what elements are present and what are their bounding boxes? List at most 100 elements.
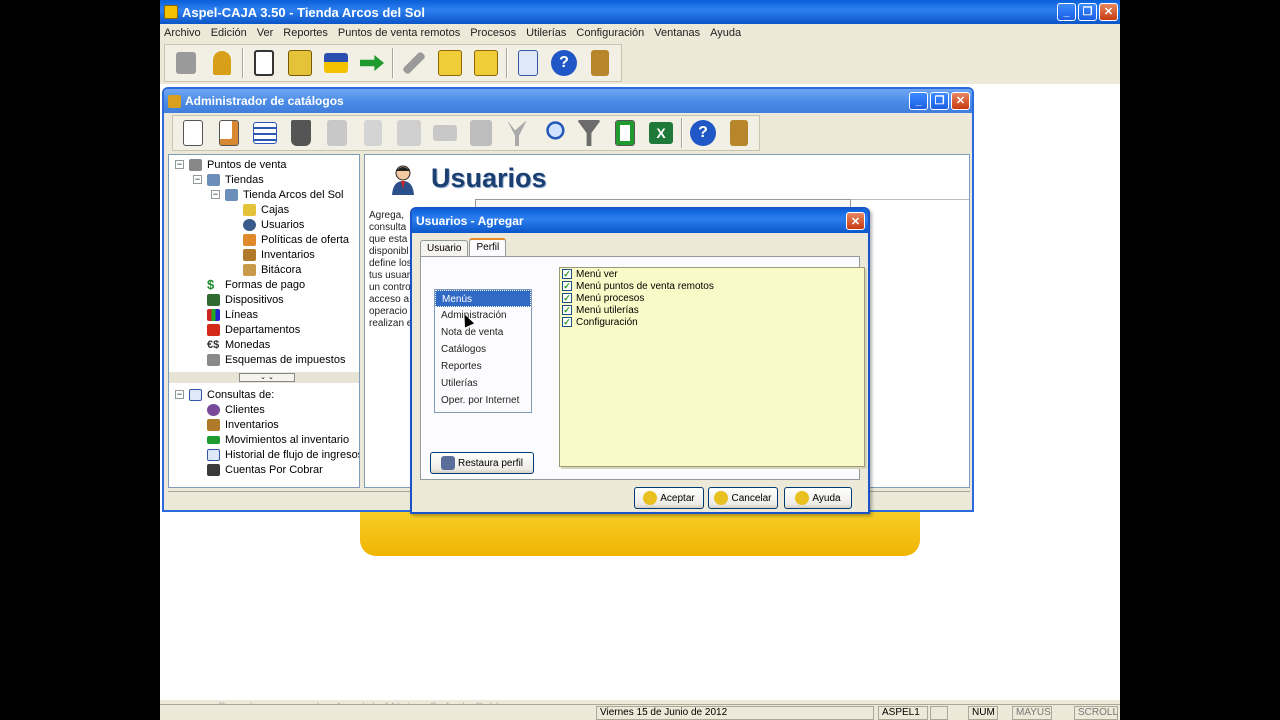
menu-configuracion[interactable]: Configuración <box>576 27 644 39</box>
collapse-icon[interactable]: − <box>175 390 184 399</box>
tree-item-cuentas[interactable]: Cuentas Por Cobrar <box>207 462 323 477</box>
menu-procesos[interactable]: Procesos <box>470 27 516 39</box>
tree-item-inventarios[interactable]: Inventarios <box>243 247 315 262</box>
tree-item-tiendas[interactable]: Tiendas <box>207 172 264 187</box>
tree-item-clientes[interactable]: Clientes <box>207 402 265 417</box>
menu-edicion[interactable]: Edición <box>211 27 247 39</box>
checkbox-checked-icon[interactable]: ✓ <box>562 281 572 291</box>
menu-archivo[interactable]: Archivo <box>164 27 201 39</box>
tree-item-politicas[interactable]: Políticas de oferta <box>243 232 349 247</box>
check-menu-puntos-venta-remotos[interactable]: ✓ Menú puntos de venta remotos <box>562 280 864 292</box>
tree-item-movimientos[interactable]: Movimientos al inventario <box>207 432 349 447</box>
cancelar-button[interactable]: Cancelar <box>708 487 778 509</box>
menu-puntos-venta-remotos[interactable]: Puntos de venta remotos <box>338 27 460 39</box>
checkbox-checked-icon[interactable]: ✓ <box>562 305 572 315</box>
tree-splitter[interactable]: ⌄ ⌄ <box>169 372 359 383</box>
folders-icon[interactable] <box>432 46 468 80</box>
tools-icon[interactable] <box>396 46 432 80</box>
admin-close-button[interactable]: ✕ <box>951 92 970 110</box>
menu-ver[interactable]: Ver <box>257 27 274 39</box>
padlock-icon[interactable] <box>204 46 240 80</box>
admin-app-icon <box>168 94 181 108</box>
admin-minimize-button[interactable]: _ <box>909 92 928 110</box>
menu-ayuda[interactable]: Ayuda <box>710 27 741 39</box>
tree-item-puntos-venta[interactable]: Puntos de venta <box>189 157 287 172</box>
check-menu-utilerias[interactable]: ✓ Menú utilerías <box>562 304 864 316</box>
content-title: Usuarios <box>431 163 547 193</box>
exit-door-icon[interactable] <box>721 116 757 150</box>
list-icon[interactable] <box>247 116 283 150</box>
tag-icon[interactable] <box>319 116 355 150</box>
lock-open-icon[interactable] <box>168 46 204 80</box>
excel-icon[interactable]: X <box>643 116 679 150</box>
delete-icon[interactable] <box>283 116 319 150</box>
list-item-administracion[interactable]: Administración <box>435 307 531 324</box>
aceptar-button[interactable]: Aceptar <box>634 487 704 509</box>
chevron-down-icon[interactable]: ⌄ ⌄ <box>239 373 295 382</box>
filter-icon[interactable] <box>571 116 607 150</box>
tab-usuario[interactable]: Usuario <box>420 240 469 256</box>
checkbox-checked-icon[interactable]: ✓ <box>562 269 572 279</box>
collapse-icon[interactable]: − <box>211 190 220 199</box>
tab-perfil[interactable]: Perfil <box>469 238 507 256</box>
checkbox-checked-icon[interactable]: ✓ <box>562 317 572 327</box>
tree-item-departamentos[interactable]: Departamentos <box>207 322 300 337</box>
transfer-arrows-icon[interactable] <box>354 46 390 80</box>
check-menu-procesos[interactable]: ✓ Menú procesos <box>562 292 864 304</box>
list-item-catalogos[interactable]: Catálogos <box>435 341 531 358</box>
collapse-icon[interactable]: − <box>193 175 202 184</box>
notebook-icon[interactable] <box>246 46 282 80</box>
new-document-icon[interactable] <box>175 116 211 150</box>
tree-item-monedas[interactable]: €$ Monedas <box>207 337 270 352</box>
admin-restore-button[interactable]: ❐ <box>930 92 949 110</box>
check-menu-ver[interactable]: ✓ Menú ver <box>562 268 864 280</box>
help-icon[interactable]: ? <box>546 46 582 80</box>
tree-item-tienda-arcos[interactable]: Tienda Arcos del Sol <box>225 187 343 202</box>
menu-reportes[interactable]: Reportes <box>283 27 328 39</box>
status-scroll: SCROLL <box>1074 706 1118 720</box>
tree-item-esquemas[interactable]: Esquemas de impuestos <box>207 352 345 367</box>
tree-item-consultas[interactable]: Consultas de: <box>189 387 274 402</box>
abacus-icon[interactable] <box>463 116 499 150</box>
tree-item-usuarios[interactable]: Usuarios <box>243 217 304 232</box>
close-button[interactable]: ✕ <box>1099 3 1118 21</box>
store-icon <box>225 188 238 201</box>
collapse-icon[interactable]: − <box>175 160 184 169</box>
tree-item-formas-pago[interactable]: $ Formas de pago <box>207 277 305 292</box>
docs-icon[interactable] <box>391 116 427 150</box>
list-item-utilerias[interactable]: Utilerías <box>435 375 531 392</box>
search-icon[interactable] <box>535 116 571 150</box>
list-item-nota-venta[interactable]: Nota de venta <box>435 324 531 341</box>
menu-bar: Archivo Edición Ver Reportes Puntos de v… <box>160 24 1120 42</box>
card-icon[interactable] <box>318 46 354 80</box>
ayuda-button[interactable]: Ayuda <box>784 487 852 509</box>
checkbox-checked-icon[interactable]: ✓ <box>562 293 572 303</box>
list-item-oper-internet[interactable]: Oper. por Internet <box>435 392 531 409</box>
tree-item-cajas[interactable]: Cajas <box>243 202 289 217</box>
merge-icon[interactable] <box>499 116 535 150</box>
restaura-perfil-button[interactable]: Restaura perfil <box>430 452 534 474</box>
list-item-menus[interactable]: Menús <box>435 290 531 307</box>
refresh-icon[interactable] <box>607 116 643 150</box>
dialog-close-button[interactable]: ✕ <box>846 212 865 230</box>
exit-door-icon[interactable] <box>582 46 618 80</box>
minimize-button[interactable]: _ <box>1057 3 1076 21</box>
menu-utilerias[interactable]: Utilerías <box>526 27 566 39</box>
tree-item-bitacora[interactable]: Bitácora <box>243 262 301 277</box>
handshake-icon[interactable] <box>427 116 463 150</box>
tree-item-dispositivos[interactable]: Dispositivos <box>207 292 284 307</box>
tree-item-lineas[interactable]: Líneas <box>207 307 258 322</box>
edit-icon[interactable] <box>211 116 247 150</box>
tree-item-c-inventarios[interactable]: Inventarios <box>207 417 279 432</box>
list-item-reportes[interactable]: Reportes <box>435 358 531 375</box>
calculator-icon[interactable] <box>510 46 546 80</box>
doc-icon[interactable] <box>355 116 391 150</box>
folders-transfer-icon[interactable] <box>468 46 504 80</box>
toolbar-separator <box>242 48 244 78</box>
menu-ventanas[interactable]: Ventanas <box>654 27 700 39</box>
cash-register-icon[interactable] <box>282 46 318 80</box>
tree-item-historial[interactable]: Historial de flujo de ingresos <box>207 447 359 462</box>
restore-button[interactable]: ❐ <box>1078 3 1097 21</box>
help-icon[interactable]: ? <box>685 116 721 150</box>
check-configuracion[interactable]: ✓ Configuración <box>562 316 864 328</box>
